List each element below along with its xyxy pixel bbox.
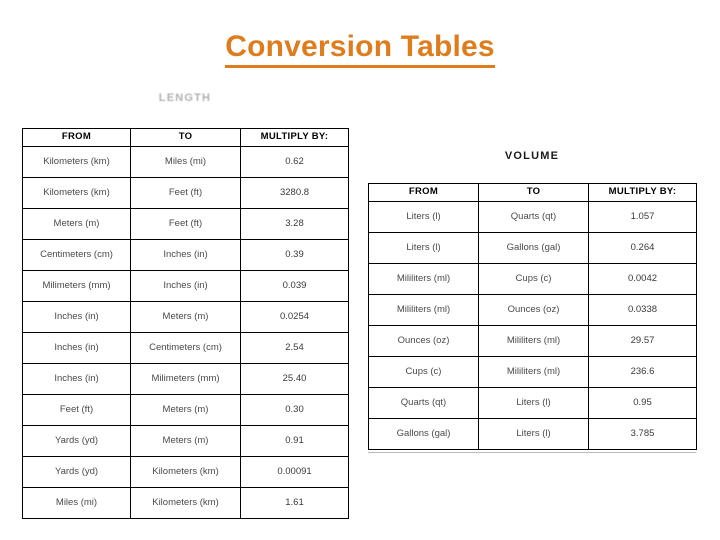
cell-factor: 29.57 (588, 325, 697, 357)
cell-to: Feet (ft) (130, 177, 241, 209)
cell-to: Mililiters (ml) (478, 356, 589, 388)
table-row: Feet (ft) Meters (m) 0.30 (22, 394, 349, 426)
cell-factor: 25.40 (240, 363, 349, 395)
cell-from: Kilometers (km) (22, 177, 131, 209)
volume-conversion-table: FROM TO MULTIPLY BY: Liters (l) Quarts (… (368, 183, 697, 450)
cell-factor: 3280.8 (240, 177, 349, 209)
table-row: Milimeters (mm) Inches (in) 0.039 (22, 270, 349, 302)
table-row: Yards (yd) Kilometers (km) 0.00091 (22, 456, 349, 488)
cell-to: Quarts (qt) (478, 201, 589, 233)
cell-from: Gallons (gal) (368, 418, 479, 450)
table-row: Mililiters (ml) Cups (c) 0.0042 (368, 263, 697, 295)
cell-factor: 3.28 (240, 208, 349, 240)
table-row: Miles (mi) Kilometers (km) 1.61 (22, 487, 349, 519)
cell-to: Mililiters (ml) (478, 325, 589, 357)
table-row: Meters (m) Feet (ft) 3.28 (22, 208, 349, 240)
page-title: Conversion Tables (225, 30, 495, 68)
cell-factor: 1.057 (588, 201, 697, 233)
cell-from: Ounces (oz) (368, 325, 479, 357)
table-row: Kilometers (km) Feet (ft) 3280.8 (22, 177, 349, 209)
cell-factor: 0.0254 (240, 301, 349, 333)
cell-to: Inches (in) (130, 239, 241, 271)
table-row: Ounces (oz) Mililiters (ml) 29.57 (368, 325, 697, 357)
table-row: Inches (in) Centimeters (cm) 2.54 (22, 332, 349, 364)
page-title-container: Conversion Tables (0, 30, 720, 68)
table-row: Quarts (qt) Liters (l) 0.95 (368, 387, 697, 419)
cell-factor: 0.30 (240, 394, 349, 426)
column-header-to: TO (478, 183, 589, 202)
cell-factor: 0.39 (240, 239, 349, 271)
cell-from: Inches (in) (22, 363, 131, 395)
cell-to: Meters (m) (130, 394, 241, 426)
slide-canvas: Conversion Tables LENGTH FROM TO MULTIPL… (0, 0, 720, 540)
cell-factor: 0.95 (588, 387, 697, 419)
table-row: Gallons (gal) Liters (l) 3.785 (368, 418, 697, 450)
cell-factor: 2.54 (240, 332, 349, 364)
cell-from: Feet (ft) (22, 394, 131, 426)
cell-to: Meters (m) (130, 301, 241, 333)
cell-to: Inches (in) (130, 270, 241, 302)
cell-to: Liters (l) (478, 418, 589, 450)
column-header-from: FROM (22, 128, 131, 147)
cell-factor: 0.0338 (588, 294, 697, 326)
cell-from: Inches (in) (22, 301, 131, 333)
cell-to: Milimeters (mm) (130, 363, 241, 395)
length-conversion-table: FROM TO MULTIPLY BY: Kilometers (km) Mil… (22, 128, 349, 519)
table-row: Yards (yd) Meters (m) 0.91 (22, 425, 349, 457)
volume-table-caption: VOLUME (504, 150, 560, 162)
cell-factor: 3.785 (588, 418, 697, 450)
table-row: Liters (l) Quarts (qt) 1.057 (368, 201, 697, 233)
cell-to: Cups (c) (478, 263, 589, 295)
cell-from: Kilometers (km) (22, 146, 131, 178)
cell-factor: 1.61 (240, 487, 349, 519)
cell-from: Yards (yd) (22, 425, 131, 457)
cell-from: Meters (m) (22, 208, 131, 240)
column-header-to: TO (130, 128, 241, 147)
cell-factor: 0.00091 (240, 456, 349, 488)
column-header-from: FROM (368, 183, 479, 202)
volume-table-underline-rule (368, 452, 696, 453)
cell-from: Mililiters (ml) (368, 263, 479, 295)
cell-to: Miles (mi) (130, 146, 241, 178)
table-row: Kilometers (km) Miles (mi) 0.62 (22, 146, 349, 178)
table-row: Inches (in) Milimeters (mm) 25.40 (22, 363, 349, 395)
cell-factor: 236.6 (588, 356, 697, 388)
cell-to: Feet (ft) (130, 208, 241, 240)
cell-to: Liters (l) (478, 387, 589, 419)
table-row: Cups (c) Mililiters (ml) 236.6 (368, 356, 697, 388)
cell-factor: 0.0042 (588, 263, 697, 295)
cell-to: Ounces (oz) (478, 294, 589, 326)
table-header-row: FROM TO MULTIPLY BY: (368, 183, 697, 202)
table-row: Inches (in) Meters (m) 0.0254 (22, 301, 349, 333)
cell-to: Kilometers (km) (130, 456, 241, 488)
cell-to: Meters (m) (130, 425, 241, 457)
table-row: Liters (l) Gallons (gal) 0.264 (368, 232, 697, 264)
cell-factor: 0.039 (240, 270, 349, 302)
cell-factor: 0.62 (240, 146, 349, 178)
cell-from: Liters (l) (368, 232, 479, 264)
length-table-caption: LENGTH (158, 92, 212, 104)
cell-from: Cups (c) (368, 356, 479, 388)
cell-factor: 0.264 (588, 232, 697, 264)
cell-from: Liters (l) (368, 201, 479, 233)
cell-from: Miles (mi) (22, 487, 131, 519)
cell-from: Quarts (qt) (368, 387, 479, 419)
table-row: Centimeters (cm) Inches (in) 0.39 (22, 239, 349, 271)
cell-to: Centimeters (cm) (130, 332, 241, 364)
table-row: Mililiters (ml) Ounces (oz) 0.0338 (368, 294, 697, 326)
cell-from: Yards (yd) (22, 456, 131, 488)
cell-from: Mililiters (ml) (368, 294, 479, 326)
column-header-factor: MULTIPLY BY: (240, 128, 349, 147)
cell-factor: 0.91 (240, 425, 349, 457)
cell-from: Inches (in) (22, 332, 131, 364)
cell-from: Milimeters (mm) (22, 270, 131, 302)
table-header-row: FROM TO MULTIPLY BY: (22, 128, 349, 147)
column-header-factor: MULTIPLY BY: (588, 183, 697, 202)
cell-from: Centimeters (cm) (22, 239, 131, 271)
cell-to: Gallons (gal) (478, 232, 589, 264)
cell-to: Kilometers (km) (130, 487, 241, 519)
